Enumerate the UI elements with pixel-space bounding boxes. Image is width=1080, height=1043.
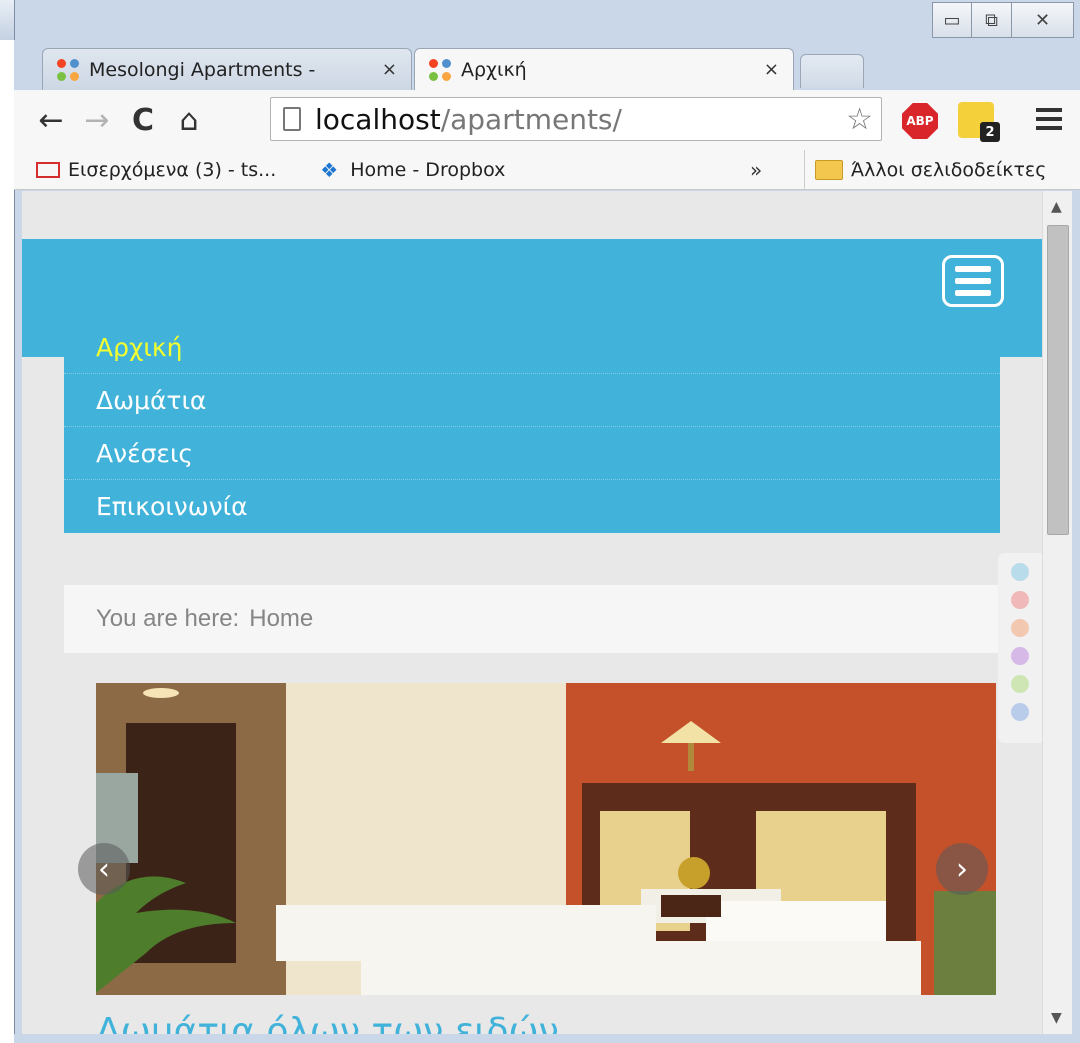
color-swatch-red[interactable] (1011, 591, 1029, 609)
other-bookmarks-folder[interactable]: Άλλοι σελιδοδείκτες (804, 150, 1046, 190)
close-window-button[interactable]: ✕ (1012, 2, 1074, 38)
maximize-button[interactable]: ⧉ (972, 2, 1012, 38)
new-tab-button[interactable] (800, 54, 864, 88)
browser-toolbar: ← → C ⌂ localhost/apartments/ ☆ ABP 2 (14, 90, 1080, 150)
minimize-button[interactable]: ▭ (932, 2, 972, 38)
folder-icon (815, 160, 843, 180)
scroll-up-icon[interactable]: ▲ (1051, 199, 1062, 215)
breadcrumb-current[interactable]: Home (249, 605, 313, 633)
close-icon: ✕ (1034, 9, 1051, 31)
tab-close-icon[interactable]: × (764, 59, 779, 80)
color-swatch-blue[interactable] (1011, 563, 1029, 581)
other-bookmarks-label: Άλλοι σελιδοδείκτες (851, 159, 1047, 181)
back-arrow-icon: ← (38, 102, 64, 138)
bookmark-label: Εισερχόμενα (3) - ts... (68, 158, 277, 181)
color-swatch-green[interactable] (1011, 675, 1029, 693)
chevron-right-icon: › (956, 851, 968, 887)
bookmark-label: Home - Dropbox (350, 158, 506, 181)
tab-home[interactable]: Αρχική × (414, 48, 794, 90)
extension-badge: 2 (980, 122, 1000, 142)
slider-prev-button[interactable]: ‹ (78, 843, 130, 895)
bookmarks-bar: Εισερχόμενα (3) - ts... ❖ Home - Dropbox… (14, 150, 1080, 190)
gmail-icon (36, 161, 60, 178)
home-icon: ⌂ (179, 102, 199, 138)
restore-icon: ⧉ (985, 9, 998, 31)
url-host: localhost (315, 102, 441, 136)
breadcrumb-prefix: You are here: (96, 605, 240, 632)
slideshow-image (96, 683, 996, 995)
tab-strip: Mesolongi Apartments - × Αρχική × (14, 40, 1080, 90)
url-path: /apartments/ (440, 102, 622, 136)
bookmark-star-icon[interactable]: ☆ (846, 102, 873, 137)
nav-item-amenities[interactable]: Ανέσεις (64, 427, 1000, 480)
mobile-menu-toggle[interactable] (942, 255, 1004, 307)
color-swatch-orange[interactable] (1011, 619, 1029, 637)
color-swatch-purple[interactable] (1011, 647, 1029, 665)
adblock-plus-icon[interactable]: ABP (902, 103, 938, 139)
color-swatch-navy[interactable] (1011, 703, 1029, 721)
window-bottom-edge (14, 1034, 1080, 1043)
minimize-icon: ▭ (943, 9, 961, 31)
main-navigation: Αρχική Δωμάτια Ανέσεις Επικοινωνία (64, 321, 1000, 533)
tab-close-icon[interactable]: × (382, 59, 397, 80)
scrollbar-thumb[interactable] (1047, 225, 1069, 535)
reload-button[interactable]: C (120, 97, 166, 143)
more-bookmarks-chevron[interactable]: » (750, 158, 762, 182)
chevron-left-icon: ‹ (98, 851, 110, 887)
page-icon (283, 107, 301, 131)
dropbox-icon: ❖ (320, 157, 339, 182)
bookmark-gmail[interactable]: Εισερχόμενα (3) - ts... (14, 159, 276, 181)
nav-item-rooms[interactable]: Δωμάτια (64, 374, 1000, 427)
joomla-icon (57, 58, 79, 81)
slider-next-button[interactable]: › (936, 843, 988, 895)
breadcrumb: You are here: Home (64, 585, 1000, 653)
window-controls: ▭ ⧉ ✕ (932, 2, 1074, 42)
color-switcher (998, 553, 1042, 743)
address-bar[interactable]: localhost/apartments/ ☆ (270, 97, 882, 141)
tab-title: Αρχική (461, 58, 527, 81)
reload-icon: C (131, 102, 155, 138)
hotel-room-photo (96, 683, 996, 995)
tab-title: Mesolongi Apartments - (89, 58, 316, 81)
browser-menu-icon[interactable] (1036, 108, 1062, 130)
home-button[interactable]: ⌂ (166, 97, 212, 143)
nav-item-home[interactable]: Αρχική (64, 321, 1000, 374)
forward-button[interactable]: → (74, 97, 120, 143)
tab-mesolongi-apartments[interactable]: Mesolongi Apartments - × (42, 48, 412, 90)
back-button[interactable]: ← (28, 97, 74, 143)
joomla-icon (429, 58, 451, 81)
nav-item-contact[interactable]: Επικοινωνία (64, 480, 1000, 533)
extension-icon[interactable]: 2 (958, 102, 1000, 142)
forward-arrow-icon: → (84, 102, 110, 138)
page-viewport: Αρχική Δωμάτια Ανέσεις Επικοινωνία You a… (22, 191, 1042, 1034)
slide-caption[interactable]: Δωμάτια όλων των ειδών (96, 1011, 559, 1034)
bookmark-dropbox[interactable]: ❖ Home - Dropbox (316, 159, 505, 181)
vertical-scrollbar[interactable]: ▲ ▼ (1042, 191, 1072, 1034)
scroll-down-icon[interactable]: ▼ (1051, 1010, 1062, 1026)
